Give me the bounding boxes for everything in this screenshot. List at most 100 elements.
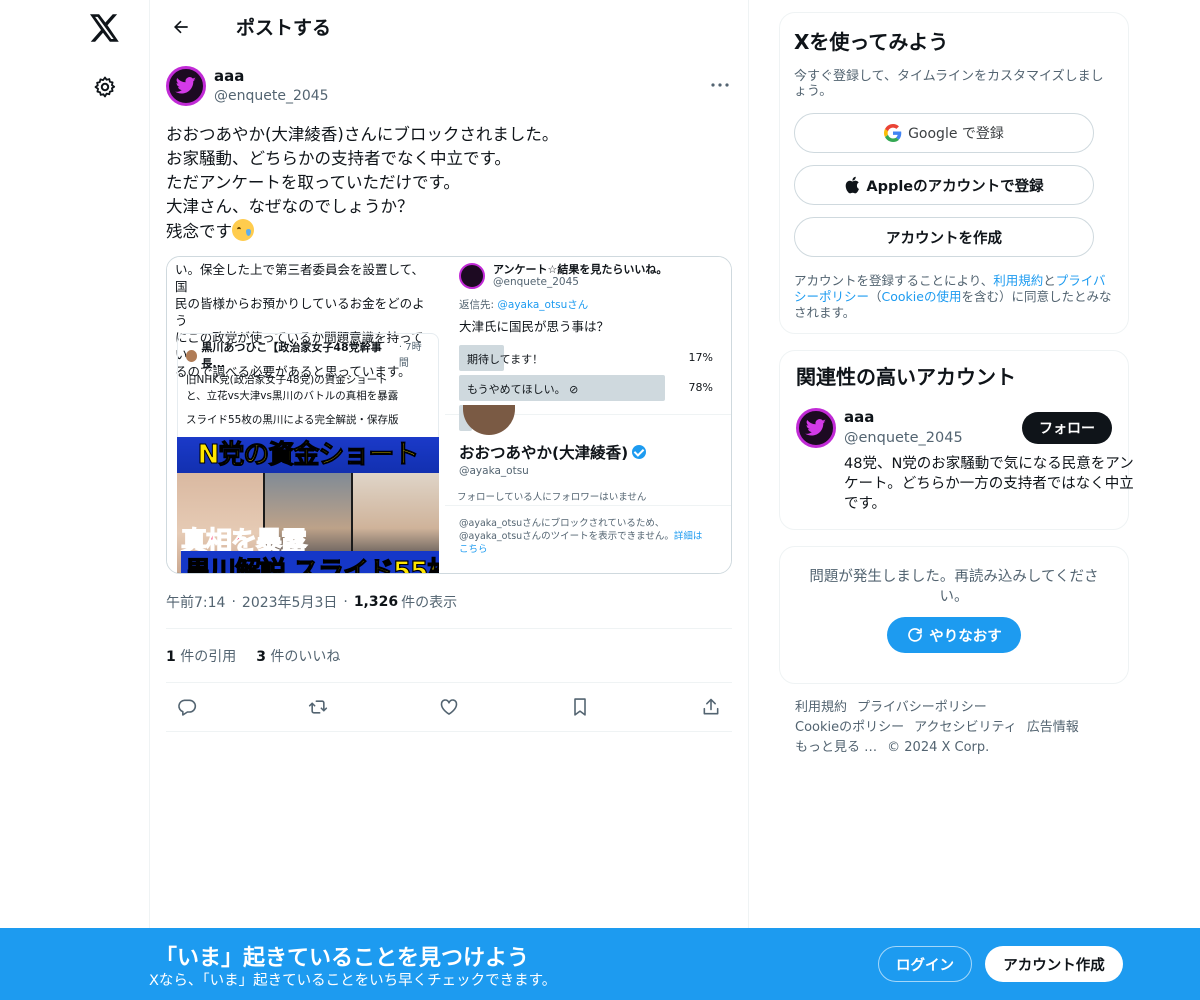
refresh-icon [908,628,923,642]
views-count: 1,326 [353,594,399,610]
reply-icon[interactable] [170,690,204,724]
footer-terms-link[interactable]: 利用規約 [795,700,847,715]
signup-card: Xを使ってみよう 今すぐ登録して、タイムラインをカスタマイズしましょう。 Goo… [779,12,1129,334]
poll-option-label: 期待してます！ [467,353,544,366]
post-actions [166,683,732,731]
blocked-notice: @ayaka_otsuさんにブロックされているため、@ayaka_otsuさんの… [459,517,709,556]
left-nav [0,0,150,1000]
divider [445,505,731,506]
legal-text: （ [869,289,882,304]
media-text-line: い。保全した上で第三者委員会を設置して、国 [175,262,425,294]
google-signup-label: Google で登録 [908,126,1004,142]
create-account-button[interactable]: アカウントを作成 [794,217,1094,257]
follow-button[interactable]: フォロー [1022,412,1112,444]
likes-label: 件のいいね [270,648,341,665]
author-names: aaa @enquete_2045 [214,66,329,106]
post-author: aaa @enquete_2045 [166,65,732,107]
reply-prefix: 返信先: [459,299,498,311]
post-text-line: ただアンケートを取っていただけです。 [166,173,460,192]
quoted-card-header: 黒川あつひこ【政治家女子48党幹事長... · 7時間 [186,340,430,372]
poll-option-percent: 78% [688,381,713,394]
post-text-line-last: 残念です [166,219,732,244]
related-title: 関連性の高いアカウント [796,365,1016,389]
likes-stat[interactable]: 3 件のいいね [256,646,340,666]
apple-signup-label: Appleのアカウントで登録 [866,178,1044,195]
right-sidebar: Xを使ってみよう 今すぐ登録して、タイムラインをカスタマイズしましょう。 Goo… [779,12,1134,758]
banner-subtitle: Xなら、「いま」起きていることをいち早くチェックできます。 [149,973,557,989]
quoted-card-time: · 7時間 [398,342,422,369]
legal-text: アカウントを登録することにより、 [794,273,994,288]
separator: · [343,594,348,610]
post-text: おおつあやか(大津綾香)さんにブロックされました。 お家騒動、どちらかの支持者で… [166,123,732,244]
footer-ads-link[interactable]: 広告情報 [1027,720,1079,735]
signup-legal-text: アカウントを登録することにより、利用規約とプライバシーポリシー（Cookieの使… [794,273,1114,321]
error-message: 問題が発生しました。再読み込みしてください。 [809,569,1099,605]
quoted-card-author: 黒川あつひこ【政治家女子48党幹事長... [201,341,382,370]
banner-signup-button[interactable]: アカウント作成 [985,946,1123,982]
poll-reply-to: 返信先: @ayaka_otsuさん [459,297,719,312]
poll-names: アンケート☆結果を見たらいいね。 @enquete_2045 [493,263,667,289]
related-account-bio: 48党、N党のお家騒動で気になる民意をアンケート。どちらか一方の支持者ではなく中… [844,456,1134,512]
bookmark-icon[interactable] [563,690,597,724]
post-text-line: 大津さん、なぜなのでしょうか？ [166,197,414,216]
poll-option-text: もうやめてほしい。 [467,383,566,396]
login-button[interactable]: ログイン [878,946,972,982]
repost-icon[interactable] [301,690,335,724]
profile-follow-note: フォローしている人にフォロワーはいません [457,492,647,503]
avatar[interactable] [166,66,206,106]
google-signup-button[interactable]: Google で登録 [794,113,1094,153]
share-icon[interactable] [694,690,728,724]
media-text-line: 民の皆様からお預かりしているお金をどのよう [175,296,425,328]
retry-button[interactable]: やりなおす [887,617,1021,653]
footer-accessibility-link[interactable]: アクセシビリティ [914,720,1017,735]
profile-handle: @ayaka_otsu [459,465,529,477]
poll-tweet: アンケート☆結果を見たらいいね。 @enquete_2045 返信先: @aya… [445,257,731,431]
apple-signup-button[interactable]: Appleのアカウントで登録 [794,165,1094,205]
cookie-link[interactable]: Cookieの使用 [882,289,962,304]
related-account-handle[interactable]: @enquete_2045 [844,430,963,446]
error-card: 問題が発生しました。再読み込みしてください。 やりなおす [779,546,1129,684]
signup-title: Xを使ってみよう [794,30,949,54]
post-text-line: お家騒動、どちらかの支持者でなく中立です。 [166,149,511,168]
quotes-stat[interactable]: 1 件の引用 [166,646,236,666]
settings-gear-icon[interactable] [84,66,126,108]
quoted-card-line: と、立花vs大津vs黒川のバトルの真相を暴露 [186,390,399,402]
x-logo-icon[interactable] [84,7,126,49]
terms-link[interactable]: 利用規約 [993,273,1043,288]
post-text-line: 残念です [166,222,232,241]
media-quoted-card: 黒川あつひこ【政治家女子48党幹事長... · 7時間 旧NHK党(政治家女子4… [177,333,439,443]
back-arrow-icon[interactable] [164,10,198,44]
footer-cookie-link[interactable]: Cookieのポリシー [795,720,904,735]
post-media-image[interactable]: い。保全した上で第三者委員会を設置して、国 民の皆様からお預かりしているお金をど… [166,256,732,574]
footer-links: 利用規約 プライバシーポリシー Cookieのポリシー アクセシビリティ 広告情報 も… [779,698,1129,758]
quoted-card-spacer [186,404,430,412]
post-meta: 午前7:14 · 2023年5月3日 · 1,326 件の表示 [166,592,732,612]
more-options-icon[interactable] [708,73,732,97]
footer-privacy-link[interactable]: プライバシーポリシー [857,700,987,715]
poll-option-label: もうやめてほしい。 ⊘ [467,381,578,397]
post-stats: 1 件の引用 3 件のいいね [166,629,732,682]
verified-badge-icon [632,445,647,459]
poll-handle: @enquete_2045 [493,276,579,288]
separator: · [231,594,236,610]
thumbnail-subtitle-2: 黒川解説 スライド55枚 [181,551,439,573]
footer-more-link[interactable]: もっと見る … [795,740,877,755]
post-date[interactable]: 2023年5月3日 [242,592,337,612]
profile-name: おおつあやか(大津綾香) [459,441,647,463]
poll-author: アンケート☆結果を見たらいいね。 [493,263,668,276]
media-right-screenshot: アンケート☆結果を見たらいいね。 @enquete_2045 返信先: @aya… [445,257,731,573]
author-handle[interactable]: @enquete_2045 [214,86,329,106]
post-footer: 1 件の引用 3 件のいいね [150,628,748,732]
quotes-label: 件の引用 [180,648,237,665]
poll-option: もうやめてほしい。 ⊘ 78% [459,375,719,401]
related-account[interactable]: aaa @enquete_2045 フォロー 48党、N党のお家騒動で気になる民… [796,408,1134,518]
post-time[interactable]: 午前7:14 [166,592,225,612]
related-account-name[interactable]: aaa [844,408,874,426]
poll-option-percent: 17% [688,351,713,364]
sad-face-emoji-icon [232,219,254,241]
like-heart-icon[interactable] [432,690,466,724]
avatar[interactable] [796,408,836,448]
quotes-count: 1 [166,648,176,665]
author-name[interactable]: aaa [214,66,329,86]
bottom-signup-banner: 「いま」起きていることを見つけよう Xなら、「いま」起きていることをいち早くチェ… [0,928,1200,1000]
